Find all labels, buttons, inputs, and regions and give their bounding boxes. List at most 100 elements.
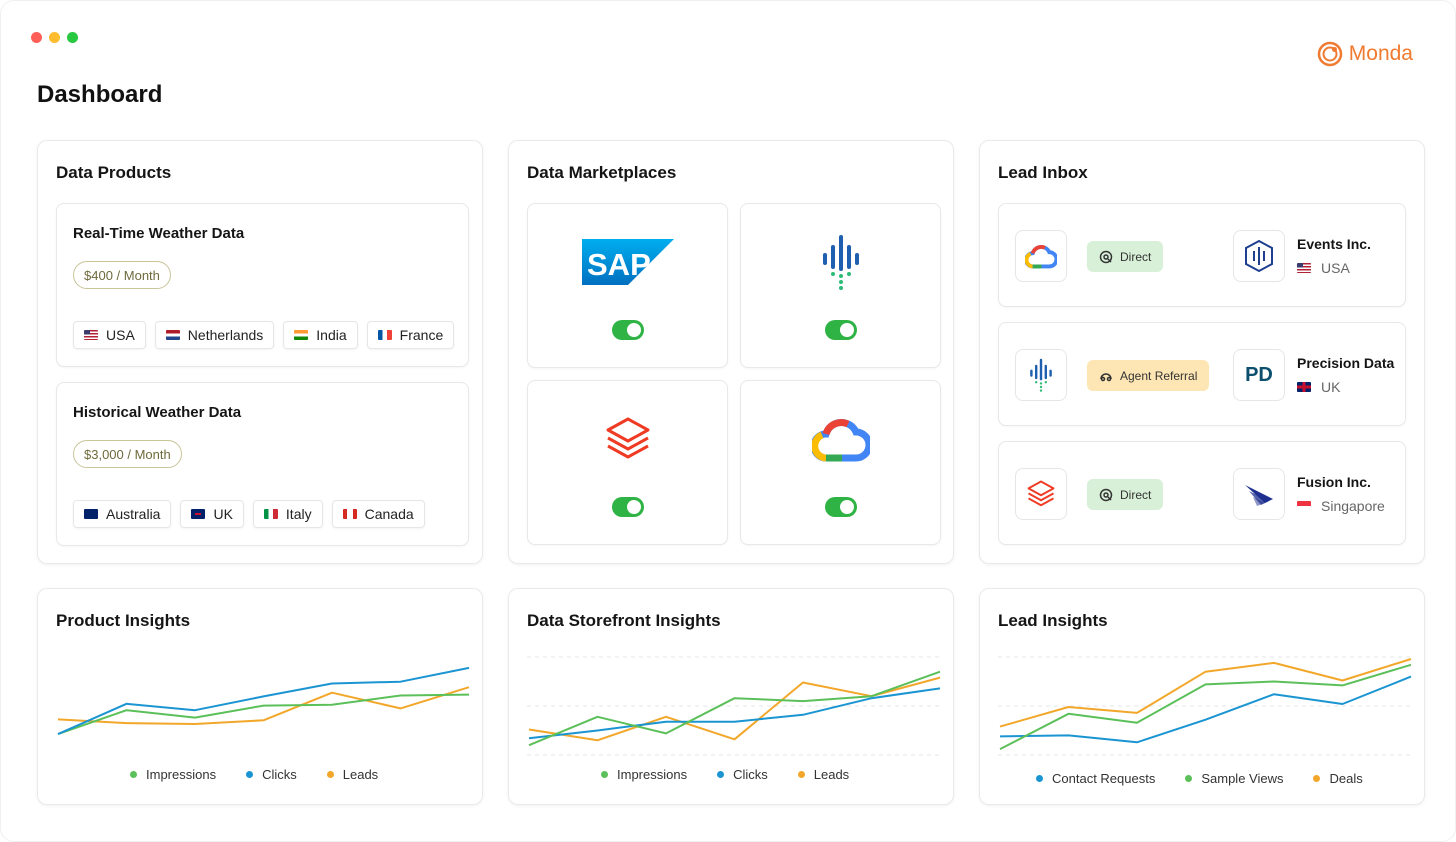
- italy-flag-icon: [263, 509, 278, 519]
- product-card[interactable]: Real-Time Weather Data $400 / Month USA …: [56, 203, 469, 367]
- company-country: USA: [1297, 260, 1350, 276]
- svg-text:SAP: SAP: [587, 247, 651, 282]
- legend-dot: [246, 771, 254, 778]
- country-tags: Australia UK Italy Canada: [73, 500, 425, 528]
- legend-label: Clicks: [733, 767, 768, 782]
- product-card[interactable]: Historical Weather Data $3,000 / Month A…: [56, 382, 469, 546]
- monda-mark-icon: [1317, 41, 1343, 67]
- product-name: Real-Time Weather Data: [73, 225, 245, 242]
- country-tag: Italy: [252, 500, 323, 528]
- country-tag: France: [366, 321, 455, 349]
- legend-dot: [797, 771, 805, 778]
- legend-dot: [1036, 775, 1043, 782]
- lead-row[interactable]: Agent Referral PD Precision Data UK: [998, 322, 1406, 426]
- marketplace-tile-sap[interactable]: SAP: [527, 203, 728, 368]
- marketplace-toggle[interactable]: [612, 497, 644, 517]
- legend-dot: [717, 771, 725, 778]
- lead-insights-title: Lead Insights: [998, 611, 1108, 630]
- fusion-inc-logo: [1233, 468, 1285, 520]
- google-cloud-logo: [811, 416, 870, 462]
- country-label: Singapore: [1321, 498, 1385, 514]
- legend-item[interactable]: Leads: [326, 767, 379, 782]
- databricks-logo: [604, 415, 652, 463]
- agent-referral-icon: [1100, 372, 1112, 381]
- lead-row[interactable]: Direct Fusion Inc. Singapore: [998, 441, 1406, 545]
- country-label: USA: [1321, 260, 1350, 276]
- country-label: India: [316, 327, 347, 343]
- company-name: Events Inc.: [1297, 236, 1371, 252]
- country-label: Italy: [285, 506, 312, 522]
- precision-data-logo: PD: [1233, 349, 1285, 401]
- legend-item[interactable]: Clicks: [717, 767, 768, 782]
- netherlands-flag-icon: [165, 330, 180, 340]
- legend-item[interactable]: Leads: [797, 767, 850, 782]
- storefront-insights-card: Data Storefront Insights Impressions Clic…: [508, 588, 954, 805]
- legend-item[interactable]: Impressions: [601, 767, 687, 782]
- channel-label: Direct: [1120, 249, 1152, 264]
- channel-badge: Direct: [1087, 479, 1164, 510]
- direct-icon: [1099, 488, 1113, 501]
- company-country: UK: [1297, 379, 1340, 395]
- lead-insights-card: Lead Insights Contact Requests Sample Vie…: [979, 588, 1425, 805]
- page-title: Dashboard: [37, 81, 163, 108]
- marketplace-tile-snowflake[interactable]: [740, 203, 941, 368]
- country-tag: India: [283, 321, 358, 349]
- legend-label: Impressions: [146, 767, 217, 782]
- chart-legend: Impressions Clicks Leads: [130, 767, 378, 782]
- channel-badge: Agent Referral: [1087, 360, 1210, 391]
- company-country: Singapore: [1297, 498, 1385, 514]
- marketplace-tile-databricks[interactable]: [527, 380, 728, 545]
- product-name: Historical Weather Data: [73, 404, 242, 421]
- country-label: USA: [106, 327, 135, 343]
- country-tag: Netherlands: [154, 321, 275, 349]
- legend-dot: [1185, 775, 1193, 782]
- close-window-button[interactable]: [31, 32, 42, 43]
- channel-label: Direct: [1120, 487, 1152, 502]
- series-line-impressions: [528, 670, 941, 747]
- legend-label: Leads: [813, 767, 850, 782]
- country-label: France: [399, 327, 444, 343]
- marketplace-toggle[interactable]: [612, 320, 644, 340]
- series-line-impressions: [57, 693, 470, 736]
- us-flag-icon: [84, 330, 98, 340]
- marketplace-toggle[interactable]: [825, 497, 857, 517]
- data-marketplaces-title: Data Marketplaces: [527, 163, 677, 182]
- chart-legend: Impressions Clicks Leads: [601, 767, 849, 782]
- price-pill: $3,000 / Month: [73, 440, 182, 468]
- legend-item[interactable]: Impressions: [130, 767, 216, 782]
- data-products-card: Data Products Real-Time Weather Data $40…: [37, 140, 483, 564]
- legend-dot: [601, 771, 608, 778]
- lead-insights-chart: [998, 656, 1413, 756]
- maximize-window-button[interactable]: [67, 32, 78, 43]
- chart-legend: Contact Requests Sample Views Deals: [1036, 771, 1363, 786]
- window-controls: [31, 32, 78, 43]
- lead-inbox-title: Lead Inbox: [998, 163, 1088, 182]
- country-label: UK: [1321, 379, 1341, 395]
- sap-logo: SAP: [581, 239, 674, 285]
- singapore-flag-icon: [1297, 501, 1311, 511]
- marketplace-tile-google-cloud[interactable]: [740, 380, 941, 545]
- legend-item[interactable]: Clicks: [246, 767, 297, 782]
- us-flag-icon: [1297, 263, 1311, 273]
- legend-dot: [326, 771, 334, 778]
- storefront-insights-title: Data Storefront Insights: [527, 611, 721, 630]
- lead-inbox-card: Lead Inbox Direct Events Inc. USA Agent …: [979, 140, 1425, 564]
- india-flag-icon: [294, 330, 309, 340]
- legend-item[interactable]: Contact Requests: [1036, 771, 1155, 786]
- australia-flag-icon: [84, 509, 98, 519]
- uk-flag-icon: [191, 509, 206, 519]
- legend-label: Leads: [342, 767, 379, 782]
- legend-item[interactable]: Sample Views: [1185, 771, 1283, 786]
- lead-row[interactable]: Direct Events Inc. USA: [998, 203, 1406, 307]
- legend-item[interactable]: Deals: [1313, 771, 1363, 786]
- uk-flag-icon: [1297, 382, 1311, 392]
- country-label: UK: [213, 506, 233, 522]
- legend-dot: [1313, 775, 1321, 782]
- legend-label: Deals: [1329, 771, 1363, 786]
- marketplace-toggle[interactable]: [825, 320, 857, 340]
- snowflake-dots-logo: [821, 233, 861, 291]
- country-tags: USA Netherlands India France: [73, 321, 455, 349]
- minimize-window-button[interactable]: [49, 32, 60, 43]
- data-products-title: Data Products: [56, 163, 172, 182]
- legend-label: Impressions: [617, 767, 688, 782]
